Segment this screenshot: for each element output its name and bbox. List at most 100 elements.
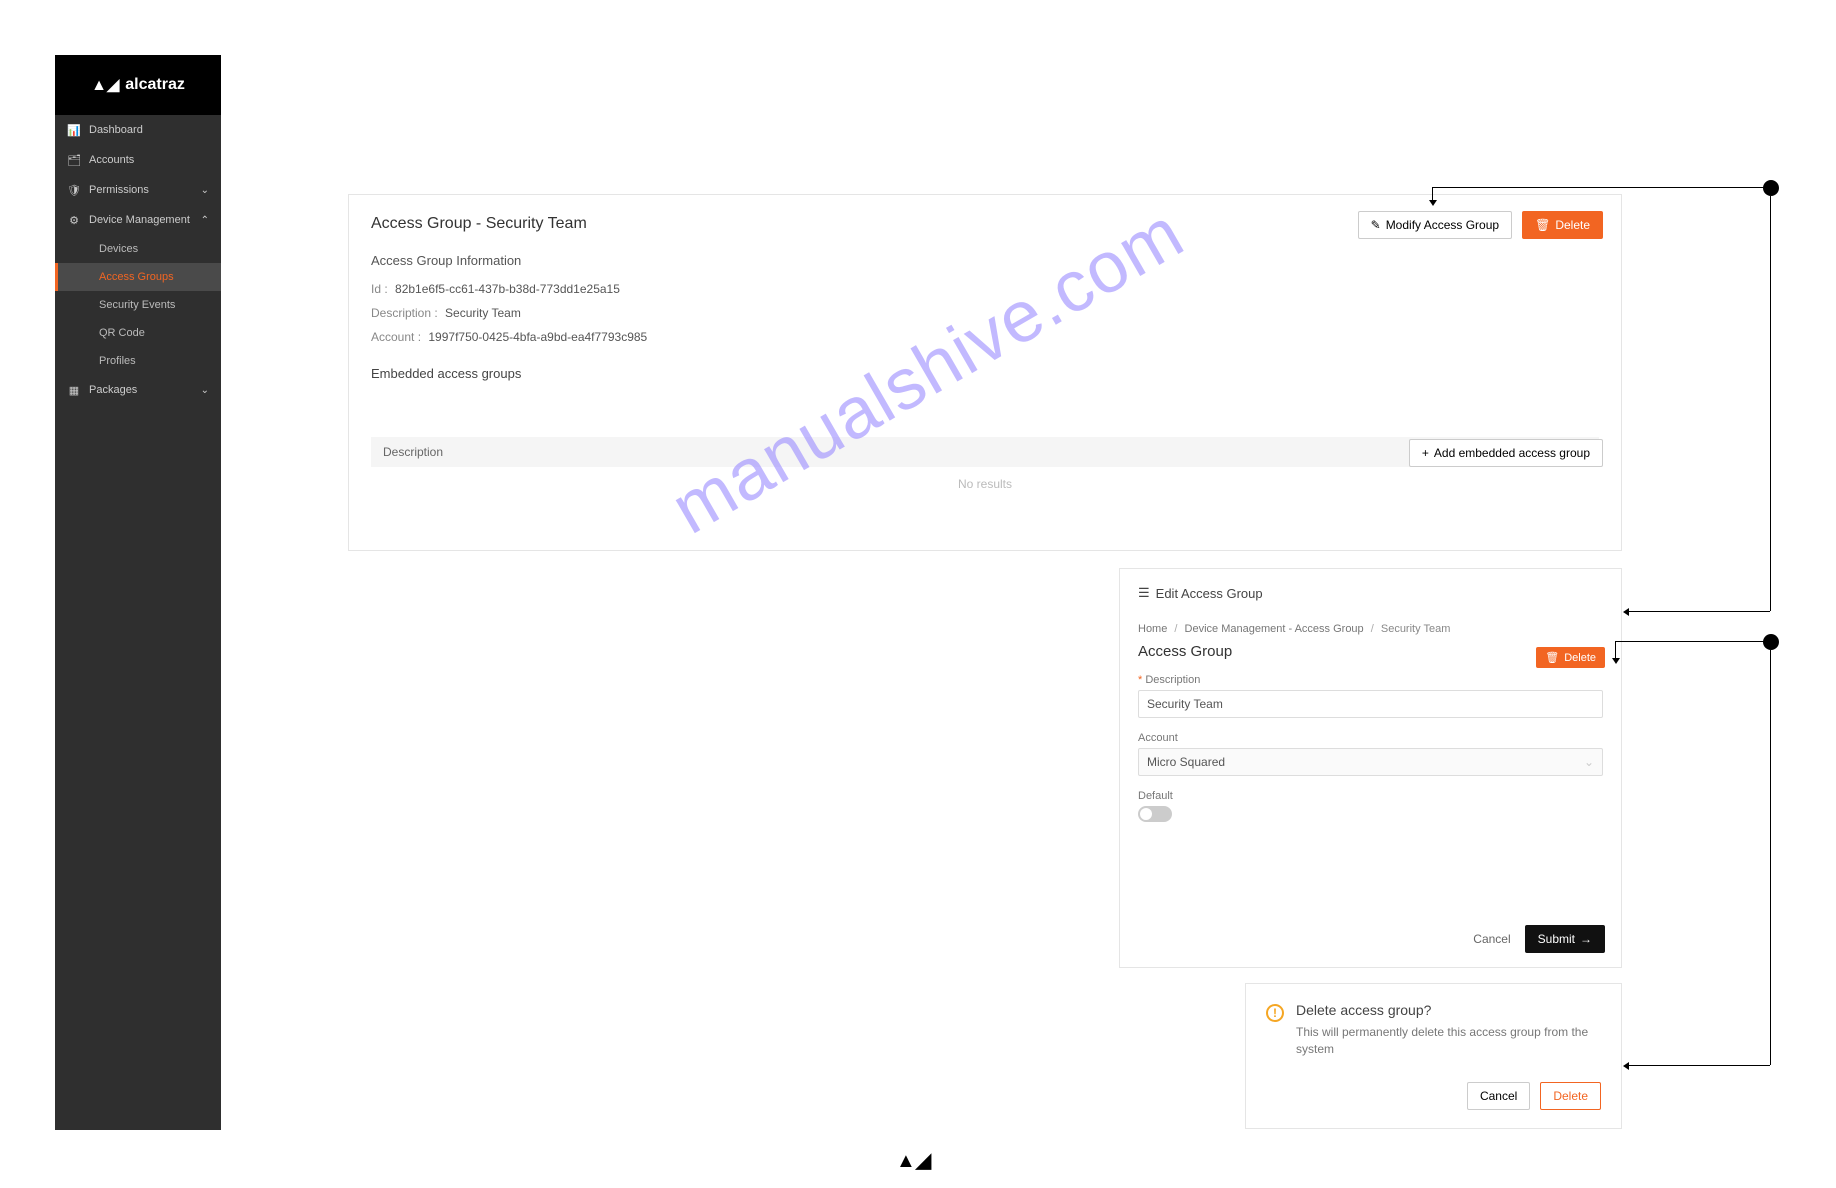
annotation-line [1770,650,1771,1065]
footer-logo-icon: ▲◢ [896,1148,931,1173]
button-label: Modify Access Group [1386,218,1499,232]
card-icon: 🗂 [67,153,81,167]
annotation-marker [1763,634,1779,650]
column-description: Description [383,445,1554,459]
breadcrumb: Home / Device Management - Access Group … [1138,623,1603,635]
logo-icon: ▲◢ [91,75,119,95]
sidebar-item-label: Permissions [89,184,149,196]
box-icon: ▦ [67,383,81,397]
cancel-button[interactable]: Cancel [1473,932,1510,946]
description-label: Description : [371,306,438,320]
sidebar: ▲◢ alcatraz 📊 Dashboard 🗂 Accounts 🛡 Per… [55,55,221,1130]
edit-header-text: Edit Access Group [1156,586,1263,601]
confirm-title: Delete access group? [1296,1002,1601,1018]
select-value: Micro Squared [1147,755,1225,769]
confirm-cancel-button[interactable]: Cancel [1467,1082,1530,1110]
add-embedded-access-group-button[interactable]: + Add embedded access group [1409,439,1603,467]
sidebar-logo: ▲◢ alcatraz [55,55,221,115]
breadcrumb-sep: / [1371,623,1374,635]
form-icon: ☰ [1138,585,1150,601]
description-row: Description : Security Team [371,306,1599,320]
id-row: Id : 82b1e6f5-cc61-437b-b38d-773dd1e25a1… [371,282,1599,296]
chevron-down-icon: ⌄ [201,385,209,396]
no-results-text: No results [371,467,1599,501]
chevron-down-icon: ⌄ [201,185,209,196]
pencil-icon: ✎ [1371,218,1381,232]
sidebar-item-label: Packages [89,384,137,396]
default-field: Default [1138,790,1603,822]
embedded-title: Embedded access groups [371,366,1599,381]
delete-button[interactable]: 🗑 Delete [1536,647,1605,668]
sidebar-sub-qr-code[interactable]: QR Code [55,319,221,347]
sidebar-sub-security-events[interactable]: Security Events [55,291,221,319]
sidebar-item-label: Accounts [89,154,134,166]
edit-panel-header: ☰ Edit Access Group [1138,585,1603,601]
brand-name: alcatraz [125,76,185,94]
sidebar-item-accounts[interactable]: 🗂 Accounts [55,145,221,175]
sidebar-sub-access-groups[interactable]: Access Groups [55,263,221,291]
description-field: * Description [1138,674,1603,718]
access-group-detail-panel: Access Group - Security Team ✎ Modify Ac… [348,194,1622,551]
sidebar-sub-label: Devices [99,243,138,255]
description-value: Security Team [445,306,521,320]
breadcrumb-home[interactable]: Home [1138,623,1167,635]
confirm-text: This will permanently delete this access… [1296,1024,1601,1058]
sidebar-item-dashboard[interactable]: 📊 Dashboard [55,115,221,145]
gear-icon: ⚙ [67,213,81,227]
id-value: 82b1e6f5-cc61-437b-b38d-773dd1e25a15 [395,282,620,296]
edit-access-group-panel: ☰ Edit Access Group Home / Device Manage… [1119,568,1622,968]
annotation-line [1628,611,1770,612]
confirm-delete-button[interactable]: Delete [1540,1082,1601,1110]
annotation-marker [1763,180,1779,196]
sidebar-sub-label: Profiles [99,355,136,367]
required-marker: * [1138,674,1142,686]
edit-title: Access Group [1138,643,1603,660]
annotation-line [1615,641,1770,642]
arrow-right-icon: → [1580,932,1592,946]
button-label: Add embedded access group [1434,446,1590,460]
account-field: Account Micro Squared ⌄ [1138,732,1603,776]
sidebar-item-packages[interactable]: ▦ Packages ⌄ [55,375,221,405]
annotation-line [1432,187,1770,188]
delete-confirm-dialog: ! Delete access group? This will permane… [1245,983,1622,1129]
account-label: Account : [371,330,421,344]
breadcrumb-sep: / [1174,623,1177,635]
default-toggle[interactable] [1138,806,1172,822]
sidebar-item-label: Device Management [89,214,190,226]
plus-icon: + [1422,446,1429,460]
sidebar-item-label: Dashboard [89,124,143,136]
sidebar-sub-label: Security Events [99,299,175,311]
trash-icon: 🗑 [1545,651,1559,664]
field-label: Account [1138,732,1603,744]
breadcrumb-current: Security Team [1381,623,1451,635]
chevron-down-icon: ⌄ [1584,755,1594,769]
warning-icon: ! [1266,1004,1284,1022]
annotation-arrow [1429,200,1437,206]
sidebar-sub-label: Access Groups [99,271,174,283]
chart-icon: 📊 [67,123,81,137]
account-row: Account : 1997f750-0425-4bfa-a9bd-ea4f77… [371,330,1599,344]
button-label: Submit [1538,932,1575,946]
shield-icon: 🛡 [67,183,81,197]
description-input[interactable] [1138,690,1603,718]
sidebar-sub-label: QR Code [99,327,145,339]
sidebar-sub-profiles[interactable]: Profiles [55,347,221,375]
sidebar-item-device-management[interactable]: ⚙ Device Management ⌃ [55,205,221,235]
modify-access-group-button[interactable]: ✎ Modify Access Group [1358,211,1512,239]
account-value: 1997f750-0425-4bfa-a9bd-ea4f7793c985 [428,330,647,344]
sidebar-sub-devices[interactable]: Devices [55,235,221,263]
submit-button[interactable]: Submit → [1525,925,1605,953]
delete-access-group-button[interactable]: 🗑 Delete [1522,211,1603,239]
trash-icon: 🗑 [1535,218,1550,232]
annotation-arrow [1623,608,1629,616]
account-select[interactable]: Micro Squared ⌄ [1138,748,1603,776]
button-label: Delete [1555,218,1590,232]
sidebar-item-permissions[interactable]: 🛡 Permissions ⌄ [55,175,221,205]
breadcrumb-device-management[interactable]: Device Management - Access Group [1185,623,1364,635]
annotation-arrow [1612,658,1620,664]
annotation-line [1770,196,1771,611]
field-label: Description [1145,674,1200,686]
id-label: Id : [371,282,388,296]
section-title: Access Group Information [371,253,1599,268]
chevron-up-icon: ⌃ [201,215,209,226]
